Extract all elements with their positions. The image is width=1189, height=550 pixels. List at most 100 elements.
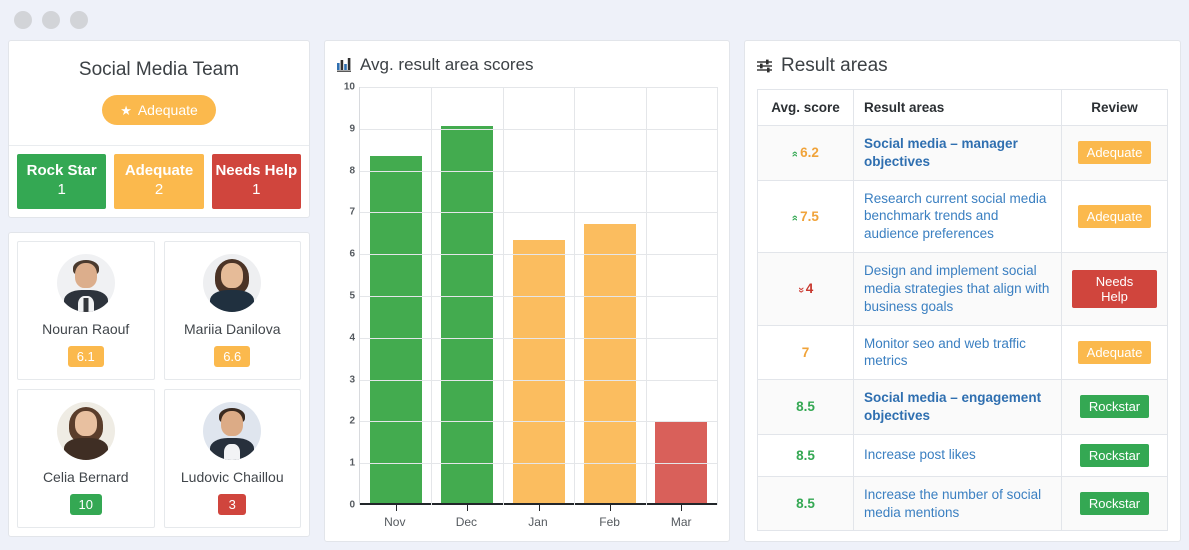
y-axis-tick-label: 10 [343, 81, 355, 93]
cell-review: Adequate [1061, 324, 1168, 381]
plot [359, 87, 718, 511]
gridline-horizontal [360, 296, 717, 297]
avatar [56, 253, 115, 312]
team-stat-row: Rock Star 1 Adequate 2 Needs Help 1 [9, 146, 309, 217]
stat-rock-star-label: Rock Star [26, 162, 97, 179]
cell-result-area-link[interactable]: Social media – manager objectives [853, 125, 1062, 181]
cell-result-area-link[interactable]: Research current social media benchmark … [853, 179, 1062, 254]
avg-score-chart-card: Avg. result area scores 0 1 2 3 4 5 6 7 8 9 10 Nov… [324, 40, 730, 542]
x-axis-label: Dec [455, 515, 478, 529]
result-areas-table: Avg. score Result areas Review »6.2 Socia… [757, 89, 1168, 532]
cell-avg-score: »4 [757, 252, 854, 326]
minimize-dot[interactable] [14, 11, 32, 29]
gridline-horizontal [360, 254, 717, 256]
cell-result-area-link[interactable]: Design and implement social media strate… [853, 252, 1062, 326]
avg-score-value: 8.5 [796, 496, 815, 512]
column-header-review[interactable]: Review [1061, 89, 1168, 126]
stat-needs-help[interactable]: Needs Help 1 [211, 154, 301, 209]
team-rating-badge[interactable]: ★ Adequate [102, 95, 216, 125]
member-score-badge: 6.6 [214, 345, 251, 367]
gridline-horizontal [360, 128, 717, 130]
cell-avg-score: 8.5 [757, 379, 854, 435]
cell-result-area-link[interactable]: Social media – engagement objectives [853, 379, 1062, 435]
cell-review: Adequate [1061, 179, 1168, 254]
table-row[interactable]: 7 Monitor seo and web traffic metrics Adeq… [757, 324, 1168, 381]
result-areas-card: Result areas Avg. score Result areas Rev… [744, 40, 1181, 542]
table-head: Avg. score Result areas Review [757, 89, 1168, 126]
member-card[interactable]: Ludovic Chaillou 3 [163, 388, 301, 528]
stat-adequate-value: 2 [154, 180, 164, 198]
gridline-horizontal [360, 170, 717, 172]
review-badge[interactable]: Rockstar [1079, 443, 1150, 467]
table-row[interactable]: 8.5 Increase post likes Rockstar [757, 433, 1168, 477]
review-badge[interactable]: Rockstar [1079, 492, 1150, 516]
member-card[interactable]: Celia Bernard 10 [17, 388, 155, 528]
dashboard-board: Social Media Team ★ Adequate Rock Star 1… [0, 40, 1189, 550]
avg-score-value: 7.5 [800, 208, 819, 224]
chart-title-row: Avg. result area scores [337, 55, 717, 75]
table-row[interactable]: 8.5 Increase the number of social media m… [757, 475, 1168, 532]
avatar [56, 401, 115, 460]
bar-dec[interactable] [441, 125, 494, 505]
team-title: Social Media Team [78, 59, 240, 80]
trend-up-icon: » [789, 151, 802, 158]
review-badge[interactable]: Adequate [1077, 141, 1152, 165]
table-header-row: Avg. score Result areas Review [757, 89, 1168, 126]
window-chrome [0, 0, 1189, 40]
table-row[interactable]: »4 Design and implement social media stra… [757, 252, 1168, 326]
close-dot[interactable] [70, 11, 88, 29]
gridline-horizontal [360, 421, 717, 423]
stat-adequate-label: Adequate [124, 162, 194, 179]
column-header-avg-score[interactable]: Avg. score [757, 89, 854, 126]
member-score-badge: 6.1 [67, 345, 104, 367]
table-row[interactable]: »7.5 Research current social media benchm… [757, 179, 1168, 254]
x-axis-line [360, 503, 717, 505]
chart-title: Avg. result area scores [360, 55, 534, 74]
avatar [203, 401, 262, 460]
bar-chart-icon [337, 58, 352, 72]
cell-review: Needs Help [1061, 252, 1168, 326]
star-icon: ★ [120, 102, 132, 118]
cell-result-area-link[interactable]: Increase post likes [853, 433, 1062, 477]
cell-review: Rockstar [1061, 379, 1168, 435]
gridline-horizontal [360, 212, 717, 214]
avg-score-value: 8.5 [796, 399, 815, 415]
y-axis-tick-label: 5 [349, 290, 355, 302]
member-card[interactable]: Nouran Raouf 6.1 [17, 240, 155, 380]
result-areas-title: Result areas [781, 55, 888, 76]
table-row[interactable]: »6.2 Social media – manager objectives Ade… [757, 125, 1168, 181]
bar-jan[interactable] [512, 239, 565, 505]
team-members-grid: Nouran Raouf 6.1 Mariia Danilova 6.6 Cel… [17, 240, 301, 528]
cell-avg-score: »7.5 [757, 179, 854, 254]
team-members-card: Nouran Raouf 6.1 Mariia Danilova 6.6 Cel… [8, 231, 310, 537]
stat-adequate[interactable]: Adequate 2 [114, 154, 204, 209]
cell-result-area-link[interactable]: Increase the number of social media ment… [853, 475, 1062, 532]
x-axis-label: Feb [599, 515, 620, 529]
team-header: Social Media Team ★ Adequate [9, 41, 309, 146]
y-axis-tick-label: 6 [349, 248, 355, 260]
stat-rock-star[interactable]: Rock Star 1 [17, 154, 107, 209]
bar-nov[interactable] [369, 155, 422, 505]
column-header-result-areas[interactable]: Result areas [853, 89, 1062, 126]
avg-score-value: 8.5 [796, 447, 815, 463]
maximize-dot[interactable] [42, 11, 60, 29]
cell-review: Rockstar [1061, 433, 1168, 477]
x-axis-label: Nov [384, 515, 406, 529]
y-axis-tick-label: 3 [349, 374, 355, 386]
table-body: »6.2 Social media – manager objectives Ade… [757, 125, 1168, 532]
review-badge[interactable]: Needs Help [1072, 269, 1157, 308]
team-column: Social Media Team ★ Adequate Rock Star 1… [8, 40, 310, 542]
cell-result-area-link[interactable]: Monitor seo and web traffic metrics [853, 324, 1062, 381]
review-badge[interactable]: Adequate [1077, 340, 1152, 364]
cell-avg-score: 8.5 [757, 475, 854, 532]
y-axis-tick-label: 9 [349, 123, 355, 135]
review-badge[interactable]: Rockstar [1079, 395, 1150, 419]
team-summary-card: Social Media Team ★ Adequate Rock Star 1… [8, 40, 310, 218]
y-axis-tick-label: 0 [349, 499, 355, 511]
member-card[interactable]: Mariia Danilova 6.6 [163, 240, 301, 380]
review-badge[interactable]: Adequate [1077, 204, 1152, 228]
table-row[interactable]: 8.5 Social media – engagement objectives R… [757, 379, 1168, 435]
gridline-vertical [717, 87, 718, 505]
avg-score-value: 6.2 [800, 145, 819, 161]
avatar [203, 253, 262, 312]
